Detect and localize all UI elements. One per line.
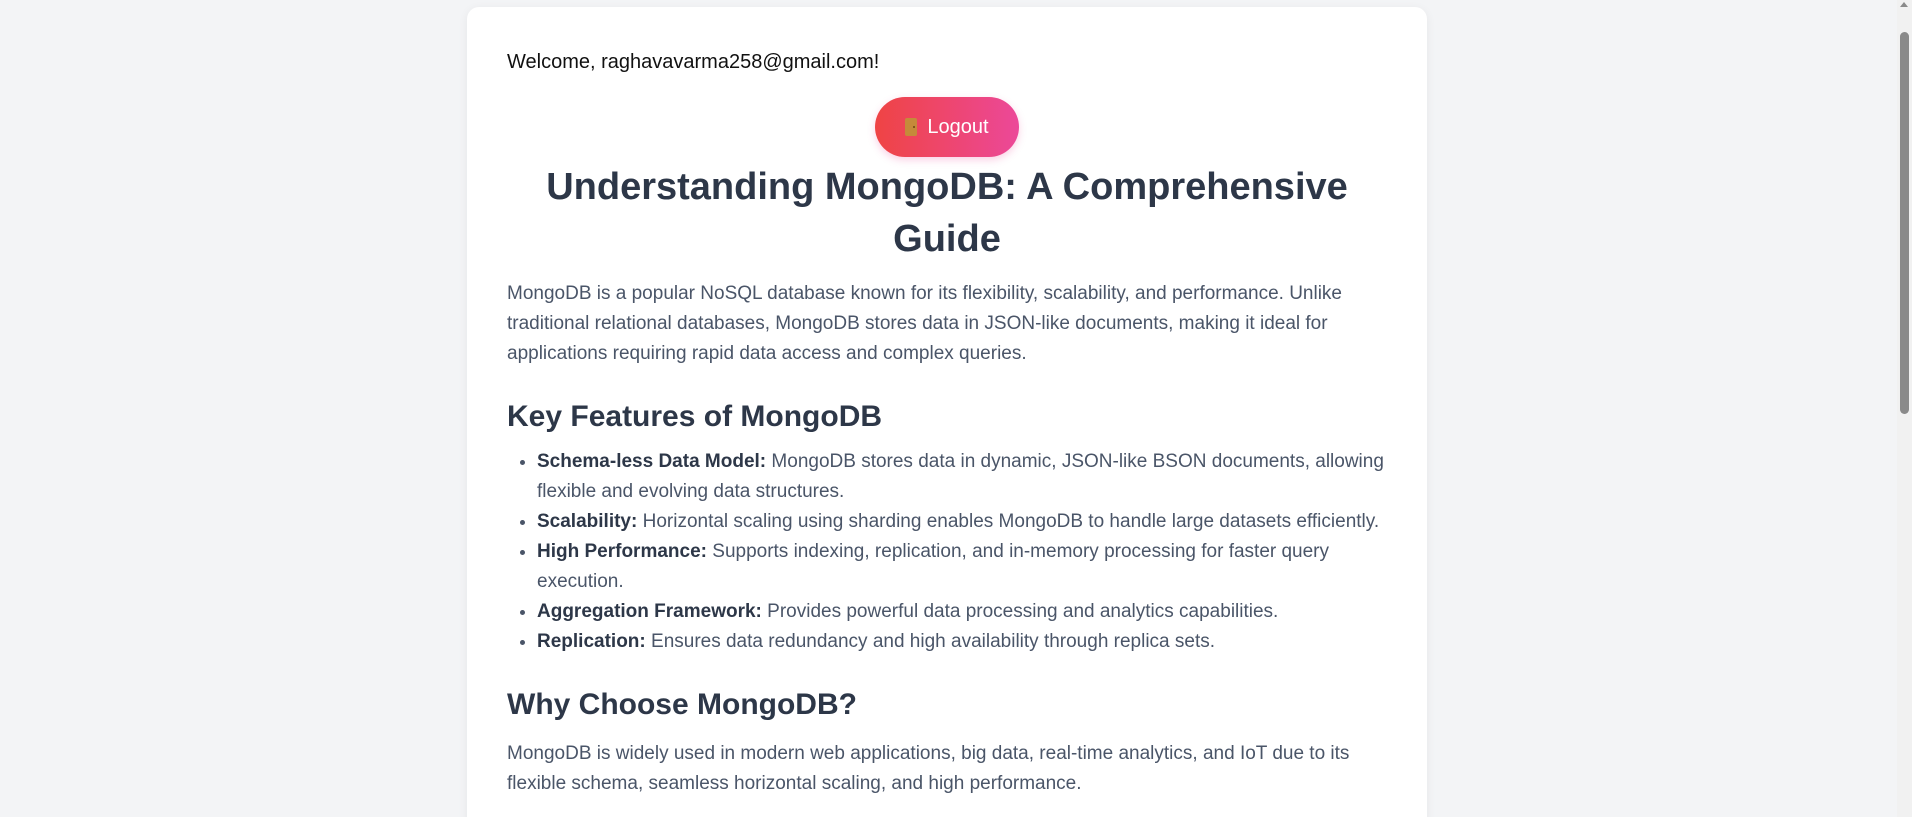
features-list: Schema-less Data Model: MongoDB stores d… (507, 447, 1387, 657)
scroll-up-arrow-icon[interactable] (1900, 2, 1908, 7)
feature-term: Replication: (537, 631, 646, 652)
content-card: Welcome, raghavavarma258@gmail.com! Logo… (467, 7, 1427, 817)
feature-text: Horizontal scaling using sharding enable… (642, 511, 1380, 532)
feature-term: High Performance: (537, 541, 707, 562)
page-title: Understanding MongoDB: A Comprehensive G… (546, 166, 1348, 260)
features-heading: Key Features of MongoDB (507, 400, 883, 433)
scrollbar-thumb[interactable] (1900, 32, 1909, 414)
feature-text: Provides powerful data processing and an… (767, 601, 1279, 622)
feature-text: Ensures data redundancy and high availab… (651, 631, 1216, 652)
intro-paragraph: MongoDB is a popular NoSQL database know… (507, 283, 1342, 364)
list-item: Aggregation Framework: Provides powerful… (537, 597, 1387, 627)
logout-button[interactable]: Logout (875, 97, 1019, 157)
list-item: Scalability: Horizontal scaling using sh… (537, 507, 1387, 537)
page-viewport: Welcome, raghavavarma258@gmail.com! Logo… (0, 0, 1912, 817)
why-heading: Why Choose MongoDB? (507, 688, 857, 721)
feature-term: Scalability: (537, 511, 638, 532)
logout-container: Logout (507, 97, 1387, 157)
welcome-message: Welcome, raghavavarma258@gmail.com! (507, 51, 880, 73)
feature-term: Schema-less Data Model: (537, 451, 767, 472)
vertical-scrollbar[interactable] (1897, 0, 1912, 817)
feature-term: Aggregation Framework: (537, 601, 762, 622)
list-item: Schema-less Data Model: MongoDB stores d… (537, 447, 1387, 507)
list-item: Replication: Ensures data redundancy and… (537, 627, 1387, 657)
door-icon (905, 118, 918, 136)
logout-label: Logout (927, 115, 989, 138)
why-paragraph: MongoDB is widely used in modern web app… (507, 743, 1350, 794)
list-item: High Performance: Supports indexing, rep… (537, 537, 1387, 597)
